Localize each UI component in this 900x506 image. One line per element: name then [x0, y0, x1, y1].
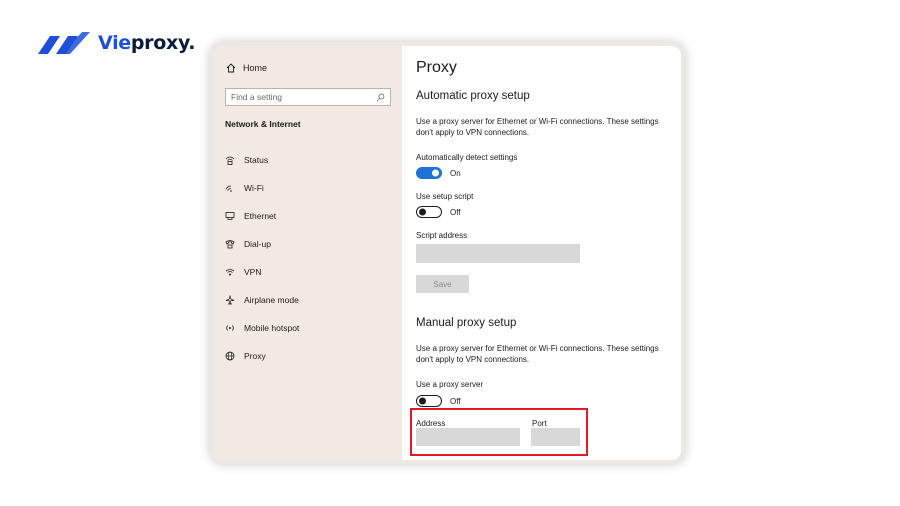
setup-script-label: Use setup script [416, 192, 474, 201]
auto-detect-toggle[interactable] [416, 167, 442, 179]
home-label: Home [243, 63, 268, 73]
sidebar: Home Find a setting Network & Internet S… [214, 46, 402, 460]
toggle-knob [419, 208, 426, 216]
hotspot-icon [226, 325, 234, 331]
use-proxy-toggle[interactable] [416, 395, 442, 407]
manual-proxy-description: Use a proxy server for Ethernet or Wi-Fi… [416, 344, 659, 364]
globe-icon [225, 351, 235, 361]
automatic-proxy-description: Use a proxy server for Ethernet or Wi-Fi… [416, 117, 659, 137]
dialup-icon [225, 240, 235, 249]
settings-window: Home Find a setting Network & Internet S… [214, 46, 681, 460]
sidebar-item-vpn[interactable]: VPN [225, 258, 395, 286]
sidebar-item-label: Wi-Fi [244, 183, 264, 193]
brand-logo: Vieproxy. [36, 30, 196, 56]
search-icon [376, 93, 385, 101]
airplane-icon [225, 295, 235, 305]
setup-script-toggle[interactable] [416, 206, 442, 218]
sidebar-item-label: Ethernet [244, 211, 277, 221]
search-placeholder: Find a setting [231, 92, 283, 102]
toggle-knob [419, 397, 426, 405]
settings-search-input[interactable]: Find a setting [225, 88, 391, 106]
sidebar-item-label: Status [244, 155, 269, 165]
highlight-box [410, 408, 588, 456]
ethernet-icon [225, 212, 235, 220]
setup-script-state: Off [450, 207, 461, 217]
script-address-input[interactable] [416, 244, 580, 263]
stage: Vieproxy. Home Find a setting Network & … [0, 0, 900, 506]
sidebar-nav: Status Wi-Fi Ethernet Dial-up VPN Airpla… [225, 146, 395, 370]
sidebar-item-label: VPN [244, 267, 262, 277]
sidebar-item-airplane[interactable]: Airplane mode [225, 286, 395, 314]
sidebar-item-label: Airplane mode [244, 295, 299, 305]
sidebar-item-dialup[interactable]: Dial-up [225, 230, 395, 258]
page-title: Proxy [416, 59, 457, 76]
sidebar-item-label: Dial-up [244, 239, 271, 249]
sidebar-home[interactable]: Home [226, 63, 267, 73]
sidebar-item-mobile-hotspot[interactable]: Mobile hotspot [225, 314, 395, 342]
sidebar-item-label: Mobile hotspot [244, 323, 300, 333]
use-proxy-row: Off [416, 395, 461, 407]
section-title: Network & Internet [225, 119, 301, 129]
wifi-icon [225, 185, 232, 192]
manual-proxy-heading: Manual proxy setup [416, 317, 517, 329]
use-proxy-label: Use a proxy server [416, 380, 484, 389]
sidebar-item-proxy[interactable]: Proxy [225, 342, 395, 370]
sidebar-item-status[interactable]: Status [225, 146, 395, 174]
setup-script-row: Off [416, 206, 461, 218]
toggle-knob [432, 169, 439, 177]
save-button[interactable]: Save [416, 275, 469, 293]
sidebar-item-ethernet[interactable]: Ethernet [225, 202, 395, 230]
sidebar-item-wifi[interactable]: Wi-Fi [225, 174, 395, 202]
status-icon [225, 156, 235, 165]
automatic-proxy-heading: Automatic proxy setup [416, 90, 530, 102]
script-address-label: Script address [416, 231, 468, 240]
home-icon [226, 63, 236, 73]
use-proxy-state: Off [450, 396, 461, 406]
sidebar-item-label: Proxy [244, 351, 266, 361]
auto-detect-state: On [450, 168, 461, 178]
brand-name: Vieproxy. [98, 32, 196, 54]
auto-detect-row: On [416, 167, 461, 179]
brand-mark-icon [38, 32, 90, 54]
vpn-icon [225, 269, 235, 276]
main-panel: Proxy Automatic proxy setup Use a proxy … [402, 46, 681, 460]
auto-detect-label: Automatically detect settings [416, 153, 518, 162]
